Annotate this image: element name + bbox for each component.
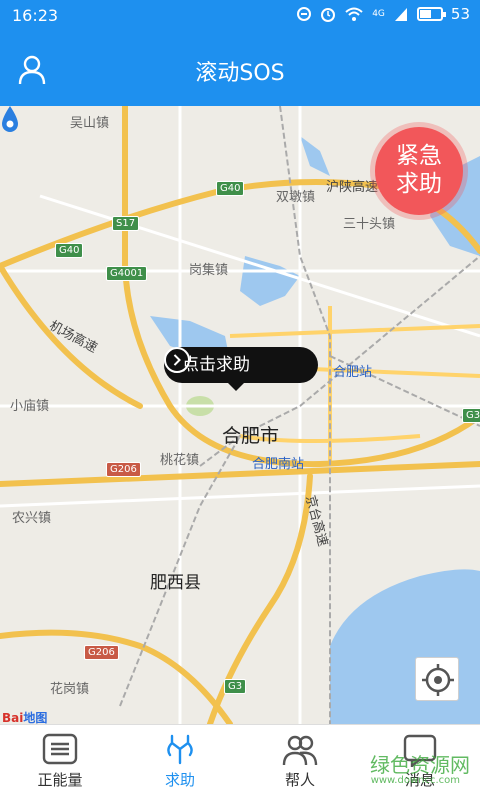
status-icons: 4G 53 xyxy=(296,5,470,23)
location-pin-icon xyxy=(2,106,18,132)
sos-label-line1: 紧急 xyxy=(396,143,442,169)
help-icon xyxy=(167,734,193,765)
nav-label: 帮人 xyxy=(284,771,315,789)
list-icon xyxy=(42,733,78,765)
road-shield-g4001: G4001 xyxy=(106,266,148,281)
bottom-nav: 正能量 求助 帮人 消息 绿色资源网 www.downcc.com xyxy=(0,724,480,800)
reservoir xyxy=(300,136,330,176)
nav-label: 求助 xyxy=(164,771,195,789)
nav-label: 正能量 xyxy=(37,771,83,789)
nav-item-messages[interactable]: 消息 绿色资源网 www.downcc.com xyxy=(360,725,480,800)
place-gangji: 岗集镇 xyxy=(189,263,229,278)
place-shishitou: 三十头镇 xyxy=(343,217,396,232)
road-shield-g40-b: G40 xyxy=(55,243,84,258)
sos-button[interactable]: 紧急 求助 xyxy=(375,127,463,215)
locate-button[interactable] xyxy=(415,657,459,701)
place-xiaomiao: 小庙镇 xyxy=(10,399,50,414)
place-nongxing: 农兴镇 xyxy=(12,511,52,526)
road-shield-g206-b: G206 xyxy=(84,645,119,660)
alarm-icon xyxy=(321,8,336,22)
crosshair-icon xyxy=(422,664,454,696)
map-view[interactable]: 吴山镇 双墩镇 三十头镇 岗集镇 合肥站 小庙镇 合肥市 桃花镇 合肥南站 农兴… xyxy=(0,106,480,724)
request-help-callout[interactable]: 点击求助 xyxy=(164,347,318,391)
signal-icon xyxy=(394,8,407,21)
place-wushan: 吴山镇 xyxy=(70,116,110,131)
map-logo-sub: 地图 xyxy=(23,711,48,724)
nav-item-help[interactable]: 求助 xyxy=(120,725,240,800)
battery-percent: 53 xyxy=(450,5,470,23)
watermark-url: www.downcc.com xyxy=(370,775,460,786)
place-hefei-station: 合肥站 xyxy=(333,365,373,380)
map-logo-text: Bai xyxy=(2,711,24,724)
place-hefei-south: 合肥南站 xyxy=(252,457,305,472)
road-shield-g3-edge: G3 xyxy=(462,408,480,423)
place-shuangdun: 双墩镇 xyxy=(276,190,316,205)
nfc-icon xyxy=(297,7,312,21)
people-icon xyxy=(282,735,318,766)
battery-fill xyxy=(419,10,431,18)
map-logo: Bai地图 xyxy=(2,709,47,724)
place-hefei-city: 合肥市 xyxy=(222,425,280,447)
watermark: 绿色资源网 xyxy=(370,753,470,777)
place-feixi: 肥西县 xyxy=(150,573,201,593)
place-taohua: 桃花镇 xyxy=(160,453,200,468)
wifi-icon xyxy=(345,7,363,21)
page-title: 滚动SOS xyxy=(195,61,285,86)
callout-label: 点击求助 xyxy=(182,355,250,375)
road-shield-g3: G3 xyxy=(224,679,247,694)
chevron-right-icon xyxy=(164,347,190,373)
nav-item-help-others[interactable]: 帮人 xyxy=(240,725,360,800)
road-label-hushaan: 沪陕高速 xyxy=(326,180,379,195)
status-bar: 16:23 4G 53 xyxy=(0,0,480,32)
sos-label-line2: 求助 xyxy=(396,171,442,197)
nav-item-positive-energy[interactable]: 正能量 xyxy=(0,725,120,800)
battery-icon xyxy=(416,7,446,21)
app-bar: 滚动SOS xyxy=(0,32,480,106)
place-huagang: 花岗镇 xyxy=(50,682,90,697)
network-type: 4G xyxy=(372,9,385,19)
road-shield-g40-a: G40 xyxy=(216,181,245,196)
road-shield-g206-a: G206 xyxy=(106,462,141,477)
road-shield-s17: S17 xyxy=(112,216,140,231)
status-time: 16:23 xyxy=(12,6,59,25)
